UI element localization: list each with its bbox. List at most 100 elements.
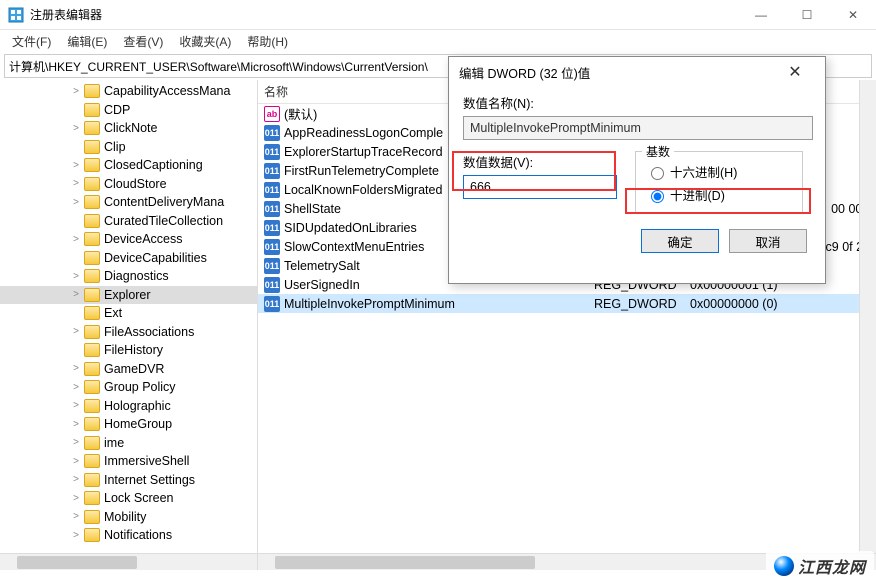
tree-item[interactable]: >Notifications	[0, 526, 257, 545]
expander-icon[interactable]: >	[70, 160, 82, 171]
folder-icon	[84, 103, 100, 117]
tree-item-label: Holographic	[104, 399, 171, 413]
dialog-title-text: 编辑 DWORD (32 位)值	[459, 63, 590, 82]
tree-item[interactable]: >ClickNote	[0, 119, 257, 138]
watermark-icon	[774, 556, 794, 576]
expander-icon[interactable]: >	[70, 197, 82, 208]
value-name-field[interactable]	[463, 116, 813, 140]
radix-dec-option[interactable]: 十进制(D)	[646, 185, 792, 204]
folder-icon	[84, 84, 100, 98]
expander-icon[interactable]: >	[70, 123, 82, 134]
cancel-button[interactable]: 取消	[729, 229, 807, 253]
tree-item[interactable]: >ime	[0, 434, 257, 453]
menu-file[interactable]: 文件(F)	[4, 31, 59, 52]
expander-icon[interactable]: >	[70, 271, 82, 282]
tree-item-label: Internet Settings	[104, 473, 195, 487]
tree-item[interactable]: CuratedTileCollection	[0, 212, 257, 231]
expander-icon[interactable]: >	[70, 437, 82, 448]
tree-item[interactable]: Ext	[0, 304, 257, 323]
tree-item[interactable]: >GameDVR	[0, 360, 257, 379]
menu-favorites[interactable]: 收藏夹(A)	[171, 31, 239, 52]
folder-icon	[84, 177, 100, 191]
tree-item[interactable]: > Holographic	[0, 397, 257, 416]
expander-icon[interactable]: >	[70, 530, 82, 541]
expander-icon[interactable]: >	[70, 474, 82, 485]
dword-value-icon: 011	[264, 296, 280, 312]
expander-icon[interactable]: >	[70, 234, 82, 245]
folder-icon	[84, 140, 100, 154]
window-title: 注册表编辑器	[30, 6, 738, 23]
menu-edit[interactable]: 编辑(E)	[59, 31, 115, 52]
tree-item[interactable]: >ClosedCaptioning	[0, 156, 257, 175]
radix-hex-radio[interactable]	[651, 167, 664, 180]
tree-item-label: CloudStore	[104, 177, 167, 191]
col-name-header[interactable]: 名称	[264, 83, 288, 100]
tree-item-label: DeviceCapabilities	[104, 251, 207, 265]
tree-item[interactable]: > CloudStore	[0, 175, 257, 194]
expander-icon[interactable]: >	[70, 456, 82, 467]
tree-item[interactable]: >FileAssociations	[0, 323, 257, 342]
expander-icon[interactable]: >	[70, 363, 82, 374]
radix-dec-radio[interactable]	[651, 190, 664, 203]
cell-name: MultipleInvokePromptMinimum	[284, 297, 594, 311]
expander-icon[interactable]: >	[70, 326, 82, 337]
list-row[interactable]: 011 MultipleInvokePromptMinimumREG_DWORD0…	[258, 294, 876, 313]
expander-icon[interactable]: >	[70, 382, 82, 393]
tree-item[interactable]: >Diagnostics	[0, 267, 257, 286]
tree-item[interactable]: CDP	[0, 101, 257, 120]
radix-hex-option[interactable]: 十六进制(H)	[646, 162, 792, 181]
tree-item-label: ImmersiveShell	[104, 454, 189, 468]
maximize-button[interactable]: ☐	[784, 0, 830, 30]
folder-icon	[84, 214, 100, 228]
expander-icon[interactable]: >	[70, 400, 82, 411]
tree-item[interactable]: > Group Policy	[0, 378, 257, 397]
cell-data: 0x00000000 (0)	[690, 297, 876, 311]
dword-value-icon: 011	[264, 144, 280, 160]
folder-icon	[84, 399, 100, 413]
tree-item[interactable]: FileHistory	[0, 341, 257, 360]
tree-item-label: HomeGroup	[104, 417, 172, 431]
edit-dword-dialog: 编辑 DWORD (32 位)值 ✕ 数值名称(N): 数值数据(V): 基数 …	[448, 56, 826, 284]
app-icon	[8, 7, 24, 23]
tree-item[interactable]: > CapabilityAccessMana	[0, 82, 257, 101]
tree-item[interactable]: >DeviceAccess	[0, 230, 257, 249]
minimize-button[interactable]: —	[738, 0, 784, 30]
ok-button[interactable]: 确定	[641, 229, 719, 253]
tree-item[interactable]: >ContentDeliveryMana	[0, 193, 257, 212]
tree-item[interactable]: >Lock Screen	[0, 489, 257, 508]
list-scrollbar-v[interactable]	[859, 80, 876, 553]
expander-icon[interactable]: >	[70, 419, 82, 430]
folder-icon	[84, 195, 100, 209]
tree-item[interactable]: >Mobility	[0, 508, 257, 527]
value-data-field[interactable]	[463, 175, 617, 199]
expander-icon[interactable]: >	[70, 289, 82, 300]
tree-item[interactable]: > Internet Settings	[0, 471, 257, 490]
tree-scrollbar-h[interactable]	[0, 553, 257, 570]
tree-item-label: CapabilityAccessMana	[104, 84, 230, 98]
tree-item-label: Group Policy	[104, 380, 176, 394]
tree-item-label: FileHistory	[104, 343, 163, 357]
expander-icon[interactable]: >	[70, 86, 82, 97]
menu-view[interactable]: 查看(V)	[115, 31, 171, 52]
tree-item[interactable]: DeviceCapabilities	[0, 249, 257, 268]
tree-item[interactable]: > HomeGroup	[0, 415, 257, 434]
expander-icon[interactable]: >	[70, 178, 82, 189]
dword-value-icon: 011	[264, 277, 280, 293]
dword-value-icon: 011	[264, 201, 280, 217]
tree-panel[interactable]: >CapabilityAccessManaCDP>ClickNoteClip>C…	[0, 80, 258, 570]
expander-icon[interactable]: >	[70, 511, 82, 522]
expander-icon[interactable]: >	[70, 493, 82, 504]
cell-type: REG_DWORD	[594, 297, 690, 311]
folder-icon	[84, 306, 100, 320]
close-button[interactable]: ✕	[830, 0, 876, 30]
tree-item[interactable]: >Explorer	[0, 286, 257, 305]
folder-icon	[84, 473, 100, 487]
tree-item[interactable]: Clip	[0, 138, 257, 157]
tree-item[interactable]: > ImmersiveShell	[0, 452, 257, 471]
tree-item-label: Ext	[104, 306, 122, 320]
folder-icon	[84, 454, 100, 468]
menu-help[interactable]: 帮助(H)	[239, 31, 296, 52]
dialog-close-button[interactable]: ✕	[775, 62, 815, 82]
folder-icon	[84, 325, 100, 339]
titlebar: 注册表编辑器 — ☐ ✕	[0, 0, 876, 30]
